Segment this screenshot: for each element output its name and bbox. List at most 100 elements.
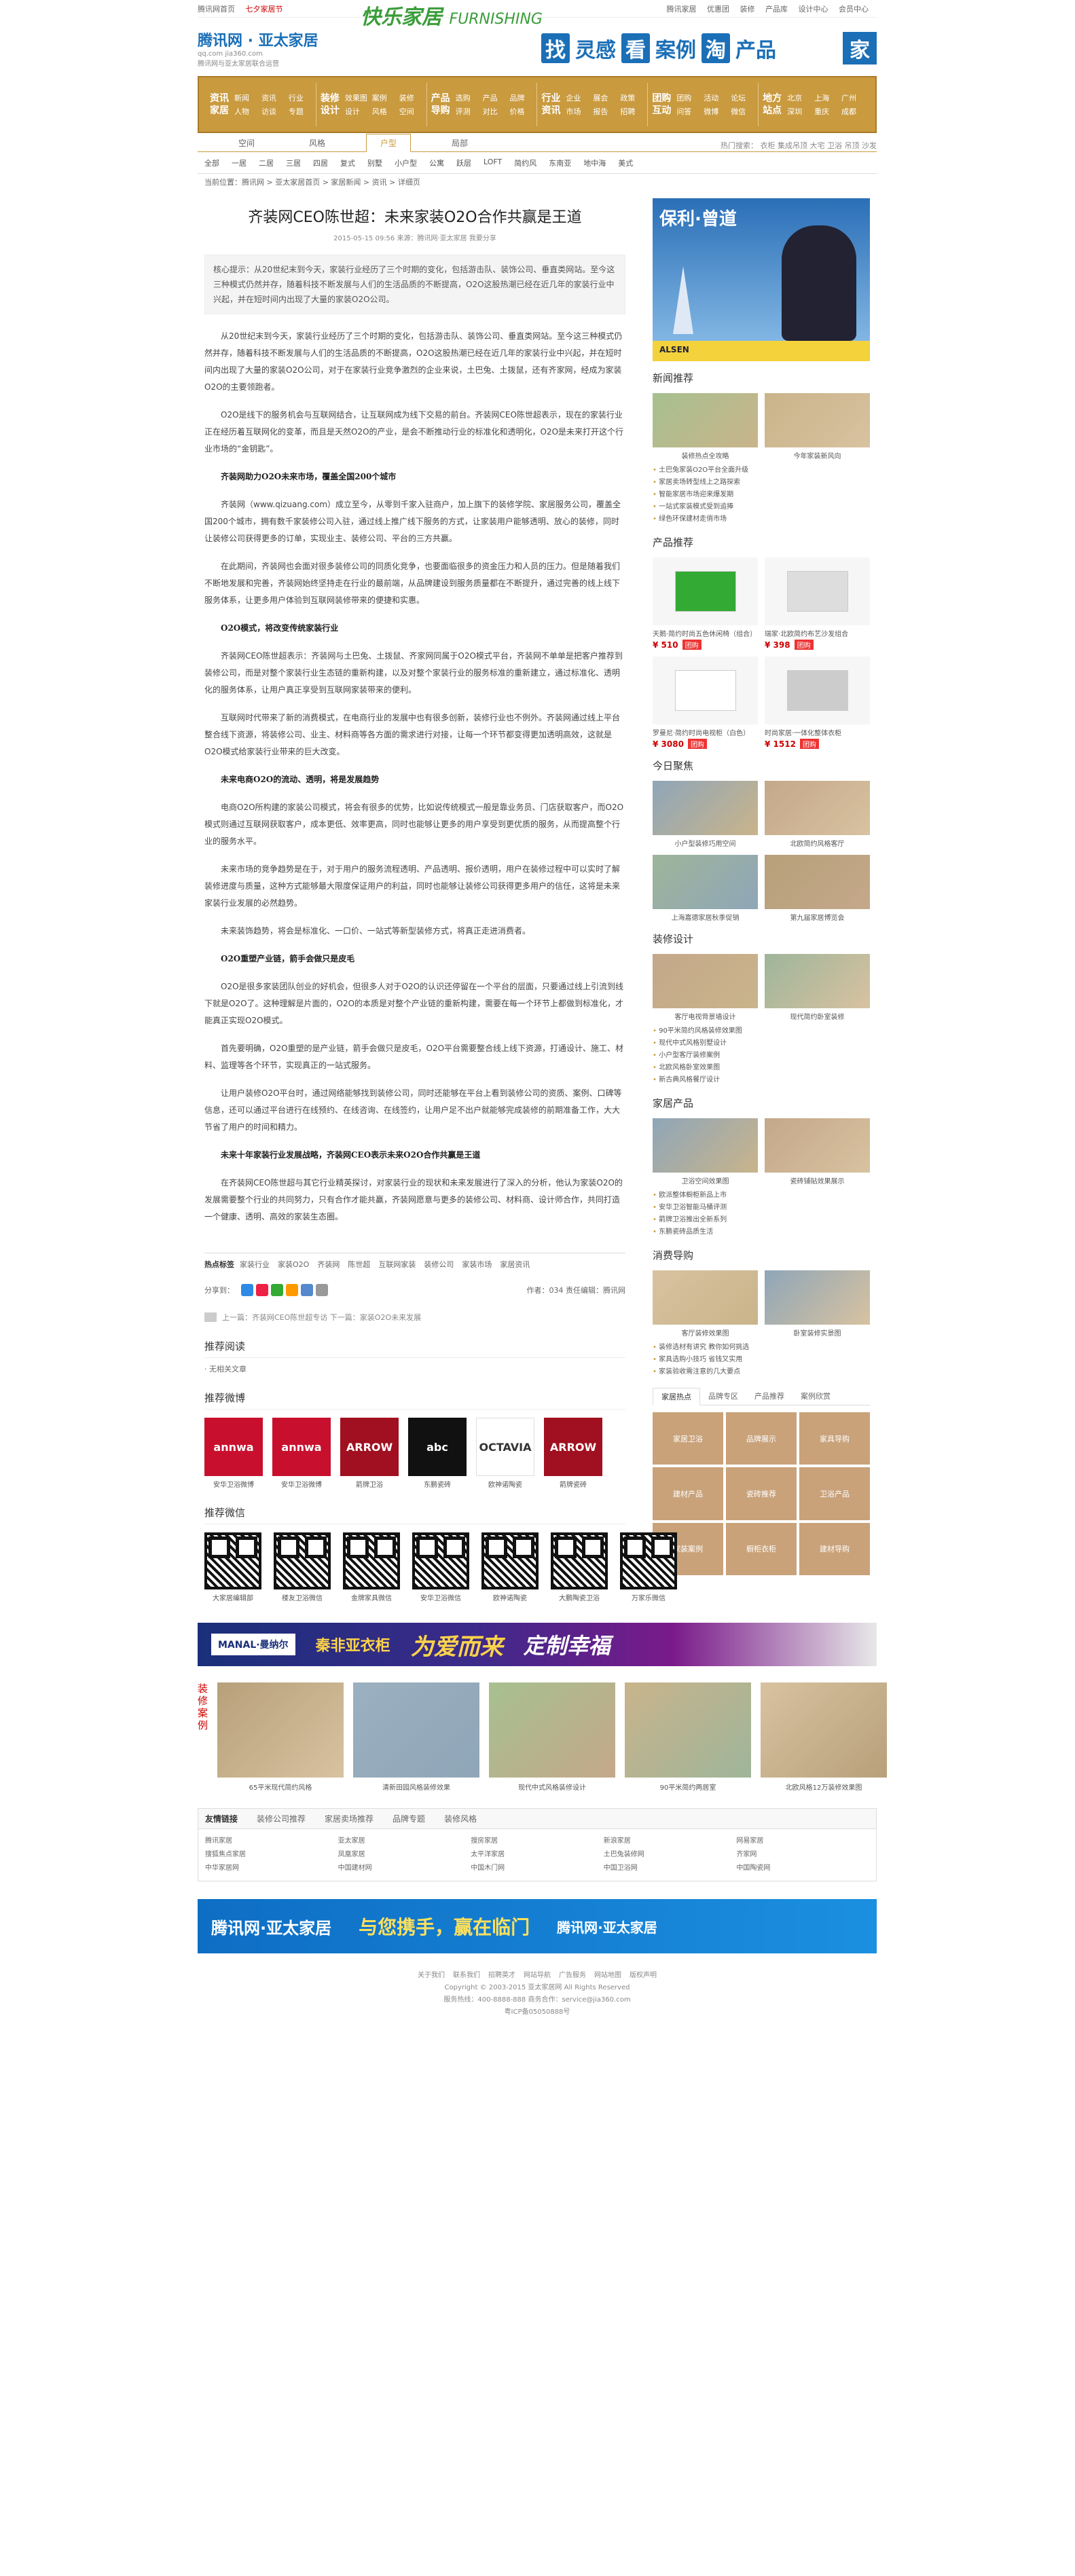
weibo-share-icon[interactable] bbox=[256, 1284, 268, 1296]
filter-link[interactable]: 别墅 bbox=[367, 158, 382, 168]
weibo-item[interactable]: ARROW 箭牌卫浴 bbox=[340, 1418, 399, 1489]
gallery-item[interactable]: 北欧风格12万装修效果图 bbox=[761, 1682, 888, 1792]
friend-link[interactable]: 齐家网 bbox=[736, 1848, 869, 1862]
tag-link[interactable]: 家装行业 bbox=[240, 1260, 270, 1269]
filter-link[interactable]: 全部 bbox=[204, 158, 219, 168]
brand-tile[interactable]: 建材产品 bbox=[653, 1467, 723, 1520]
nav-group-title[interactable]: 行业 资讯 bbox=[541, 92, 566, 117]
nav-link[interactable]: 专题 bbox=[289, 106, 312, 117]
gallery-item[interactable]: 清新田园风格装修效果 bbox=[353, 1682, 480, 1792]
wechat-item[interactable]: 大鹏陶瓷卫浴 bbox=[551, 1532, 608, 1602]
gallery-item[interactable]: 65平米现代简约风格 bbox=[217, 1682, 344, 1792]
tag-link[interactable]: 陈世超 bbox=[348, 1260, 370, 1269]
nav-link[interactable]: 招聘 bbox=[620, 106, 643, 117]
top-link-5[interactable]: 设计中心 bbox=[799, 5, 828, 14]
top-link-4[interactable]: 产品库 bbox=[765, 5, 788, 14]
nav-link[interactable]: 报告 bbox=[593, 106, 616, 117]
filter-link[interactable]: 地中海 bbox=[583, 158, 606, 168]
brand-tile[interactable]: 橱柜衣柜 bbox=[726, 1522, 797, 1575]
nav-link[interactable]: 人物 bbox=[234, 106, 257, 117]
nav-link[interactable]: 访谈 bbox=[261, 106, 285, 117]
friend-link[interactable]: 中国陶瓷网 bbox=[736, 1862, 869, 1875]
renren-share-icon[interactable] bbox=[301, 1284, 313, 1296]
wechat-item[interactable]: 大家居编辑部 bbox=[204, 1532, 261, 1602]
nav-link[interactable]: 行业 bbox=[289, 92, 312, 103]
wechat-item[interactable]: 楼友卫浴微信 bbox=[274, 1532, 331, 1602]
list-item[interactable]: 90平米简约风格装修效果图 bbox=[653, 1025, 870, 1037]
nav-link[interactable]: 产品 bbox=[483, 92, 506, 103]
list-item[interactable]: 家居卖场转型线上之路探索 bbox=[653, 477, 870, 489]
nav-link[interactable]: 资讯 bbox=[261, 92, 285, 103]
gallery-item[interactable]: 现代中式风格装修设计 bbox=[489, 1682, 616, 1792]
nav-group-title[interactable]: 装修 设计 bbox=[321, 92, 345, 117]
brand-tile[interactable]: 瓷砖推荐 bbox=[726, 1467, 797, 1520]
side-tab[interactable]: 案例欣赏 bbox=[792, 1388, 839, 1405]
footer-link[interactable]: 网站地图 bbox=[594, 1972, 621, 1979]
nav-link[interactable]: 选购 bbox=[456, 92, 479, 103]
site-logo[interactable]: 腾讯网 · 亚太家居 qq.com jia360.com 腾讯网与亚太家居联合运… bbox=[198, 29, 318, 68]
wechat-share-icon[interactable] bbox=[271, 1284, 283, 1296]
nav-link[interactable]: 新闻 bbox=[234, 92, 257, 103]
tab-2[interactable]: 户型 bbox=[366, 134, 412, 152]
weibo-item[interactable]: annwa 安华卫浴微博 bbox=[272, 1418, 331, 1489]
nav-link[interactable]: 成都 bbox=[841, 106, 864, 117]
more-share-icon[interactable] bbox=[316, 1284, 328, 1296]
tqq-share-icon[interactable] bbox=[286, 1284, 298, 1296]
filter-link[interactable]: 跃层 bbox=[456, 158, 471, 168]
nav-link[interactable]: 评测 bbox=[456, 106, 479, 117]
list-item[interactable]: 一站式家装模式受到追捧 bbox=[653, 501, 870, 513]
filter-link[interactable]: 三居 bbox=[286, 158, 301, 168]
tag-link[interactable]: 家装O2O bbox=[278, 1260, 309, 1269]
top-link-3[interactable]: 装修 bbox=[740, 5, 755, 14]
side-tab[interactable]: 家居热点 bbox=[653, 1388, 700, 1405]
nav-link[interactable]: 政策 bbox=[620, 92, 643, 103]
list-item[interactable]: 小户型客厅装修案例 bbox=[653, 1050, 870, 1062]
nav-link[interactable]: 重庆 bbox=[814, 106, 837, 117]
thumb-item[interactable]: 装修热点全攻略 bbox=[653, 393, 758, 460]
friend-link[interactable]: 网易家居 bbox=[736, 1835, 869, 1848]
list-item[interactable]: 家装验收需注意的几大要点 bbox=[653, 1366, 870, 1378]
footer-link[interactable]: 网站导航 bbox=[524, 1972, 551, 1979]
nav-link[interactable]: 团购 bbox=[676, 92, 699, 103]
tag-link[interactable]: 齐装网 bbox=[317, 1260, 340, 1269]
friend-tab[interactable]: 友情链接 bbox=[205, 1813, 238, 1824]
list-item[interactable]: 装修选材有讲究 教你如何挑选 bbox=[653, 1342, 870, 1354]
list-item[interactable]: 家具选购小技巧 省钱又实用 bbox=[653, 1354, 870, 1366]
thumb-item[interactable]: 卫浴空间效果图 bbox=[653, 1118, 758, 1185]
friend-link[interactable]: 腾讯家居 bbox=[205, 1835, 338, 1848]
filter-link[interactable]: LOFT bbox=[484, 158, 502, 168]
wechat-item[interactable]: 安华卫浴微信 bbox=[412, 1532, 469, 1602]
filter-link[interactable]: 一居 bbox=[232, 158, 247, 168]
nav-link[interactable]: 广州 bbox=[841, 92, 864, 103]
nav-link[interactable]: 案例 bbox=[372, 92, 395, 103]
nav-link[interactable]: 效果图 bbox=[345, 92, 368, 103]
tab-3[interactable]: 局部 bbox=[438, 137, 481, 151]
brand-tile[interactable]: 家居卫浴 bbox=[653, 1412, 723, 1465]
nav-group-title[interactable]: 产品 导购 bbox=[431, 92, 456, 117]
list-item[interactable]: 土巴兔家装O2O平台全面升级 bbox=[653, 464, 870, 477]
thumb-item[interactable]: 瓷砖铺贴效果展示 bbox=[765, 1118, 870, 1185]
friend-link[interactable]: 太平洋家居 bbox=[471, 1848, 604, 1862]
friend-tab[interactable]: 装修风格 bbox=[444, 1813, 477, 1824]
nav-link[interactable]: 价格 bbox=[510, 106, 533, 117]
tag-link[interactable]: 家装市场 bbox=[462, 1260, 492, 1269]
thumb-item[interactable]: 小户型装修巧用空间 bbox=[653, 781, 758, 848]
footer-banner[interactable]: 腾讯网·亚太家居 与您携手，赢在临门 腾讯网·亚太家居 bbox=[198, 1899, 877, 1953]
nav-link[interactable]: 市场 bbox=[566, 106, 589, 117]
filter-link[interactable]: 小户型 bbox=[395, 158, 417, 168]
thumb-item[interactable]: 今年家装新风向 bbox=[765, 393, 870, 460]
nav-link[interactable]: 企业 bbox=[566, 92, 589, 103]
tag-link[interactable]: 装修公司 bbox=[424, 1260, 454, 1269]
nav-link[interactable]: 问答 bbox=[676, 106, 699, 117]
thumb-item[interactable]: 上海嘉德家居秋季促销 bbox=[653, 855, 758, 922]
nav-group-title[interactable]: 团购 互动 bbox=[652, 92, 676, 117]
friend-tab[interactable]: 装修公司推荐 bbox=[257, 1813, 306, 1824]
list-item[interactable]: 箭牌卫浴推出全新系列 bbox=[653, 1214, 870, 1226]
top-link-qq[interactable]: 腾讯网首页 bbox=[198, 5, 235, 14]
prev-next[interactable]: 上一篇：齐装网CEO陈世超专访 下一篇：家装O2O未来发展 bbox=[204, 1312, 625, 1323]
list-item[interactable]: 东鹏瓷砖品质生活 bbox=[653, 1226, 870, 1238]
nav-link[interactable]: 北京 bbox=[787, 92, 810, 103]
friend-link[interactable]: 中国建材网 bbox=[338, 1862, 471, 1875]
footer-link[interactable]: 版权声明 bbox=[630, 1972, 657, 1979]
nav-link[interactable]: 装修 bbox=[399, 92, 422, 103]
